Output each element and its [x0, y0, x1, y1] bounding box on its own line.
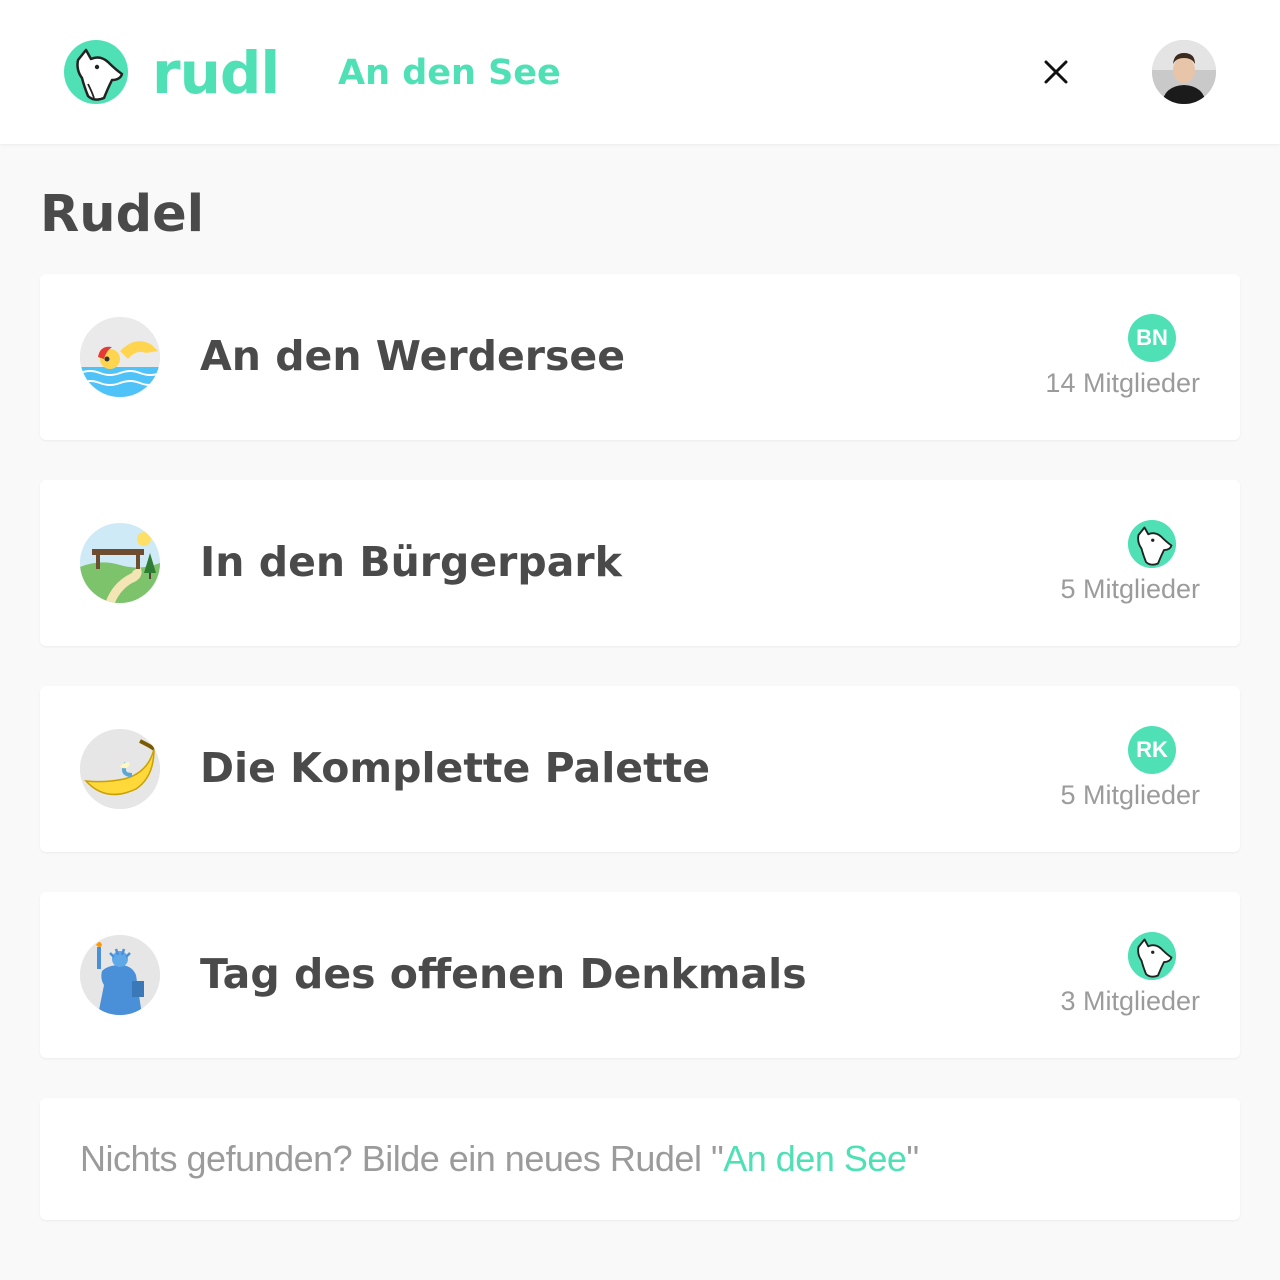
member-avatar: BN — [1128, 314, 1176, 362]
wolf-icon — [1128, 520, 1176, 568]
wolf-logo-icon[interactable] — [64, 40, 128, 104]
wolf-icon — [1128, 932, 1176, 980]
create-group-text[interactable]: Nichts gefunden? Bilde ein neues Rudel "… — [80, 1136, 919, 1182]
banana-icon — [80, 729, 160, 809]
group-name: In den Bürgerpark — [200, 538, 622, 586]
statue-of-liberty-icon — [80, 935, 160, 1015]
member-avatar: RK — [1128, 726, 1176, 774]
park-icon — [80, 523, 160, 603]
create-prefix: Nichts gefunden? Bilde ein neues Rudel " — [80, 1138, 724, 1179]
user-avatar[interactable] — [1152, 40, 1216, 104]
group-card[interactable]: An den Werdersee BN 14 Mitglieder — [40, 274, 1240, 440]
close-button[interactable] — [1036, 52, 1076, 92]
member-avatar — [1128, 932, 1176, 980]
group-name: An den Werdersee — [200, 332, 625, 380]
app-header: rudl An den See — [0, 0, 1280, 144]
search-query[interactable]: An den See — [338, 52, 561, 94]
swimmer-icon — [80, 317, 160, 397]
member-count: 5 Mitglieder — [1060, 780, 1200, 810]
member-count: 5 Mitglieder — [1060, 574, 1200, 604]
group-card[interactable]: Die Komplette Palette RK 5 Mitglieder — [40, 686, 1240, 852]
create-group-button[interactable]: Nichts gefunden? Bilde ein neues Rudel "… — [40, 1098, 1240, 1220]
member-count: 14 Mitglieder — [1045, 368, 1200, 398]
member-count: 3 Mitglieder — [1060, 986, 1200, 1016]
create-suffix: " — [906, 1138, 919, 1179]
group-name: Tag des offenen Denkmals — [200, 950, 807, 998]
page-title: Rudel — [40, 185, 205, 244]
logo-text[interactable]: rudl — [152, 38, 280, 108]
group-card[interactable]: In den Bürgerpark 5 Mitglieder — [40, 480, 1240, 646]
group-card[interactable]: Tag des offenen Denkmals 3 Mitglieder — [40, 892, 1240, 1058]
close-icon — [1044, 60, 1068, 84]
member-avatar — [1128, 520, 1176, 568]
create-query: An den See — [723, 1138, 907, 1179]
group-name: Die Komplette Palette — [200, 744, 711, 792]
